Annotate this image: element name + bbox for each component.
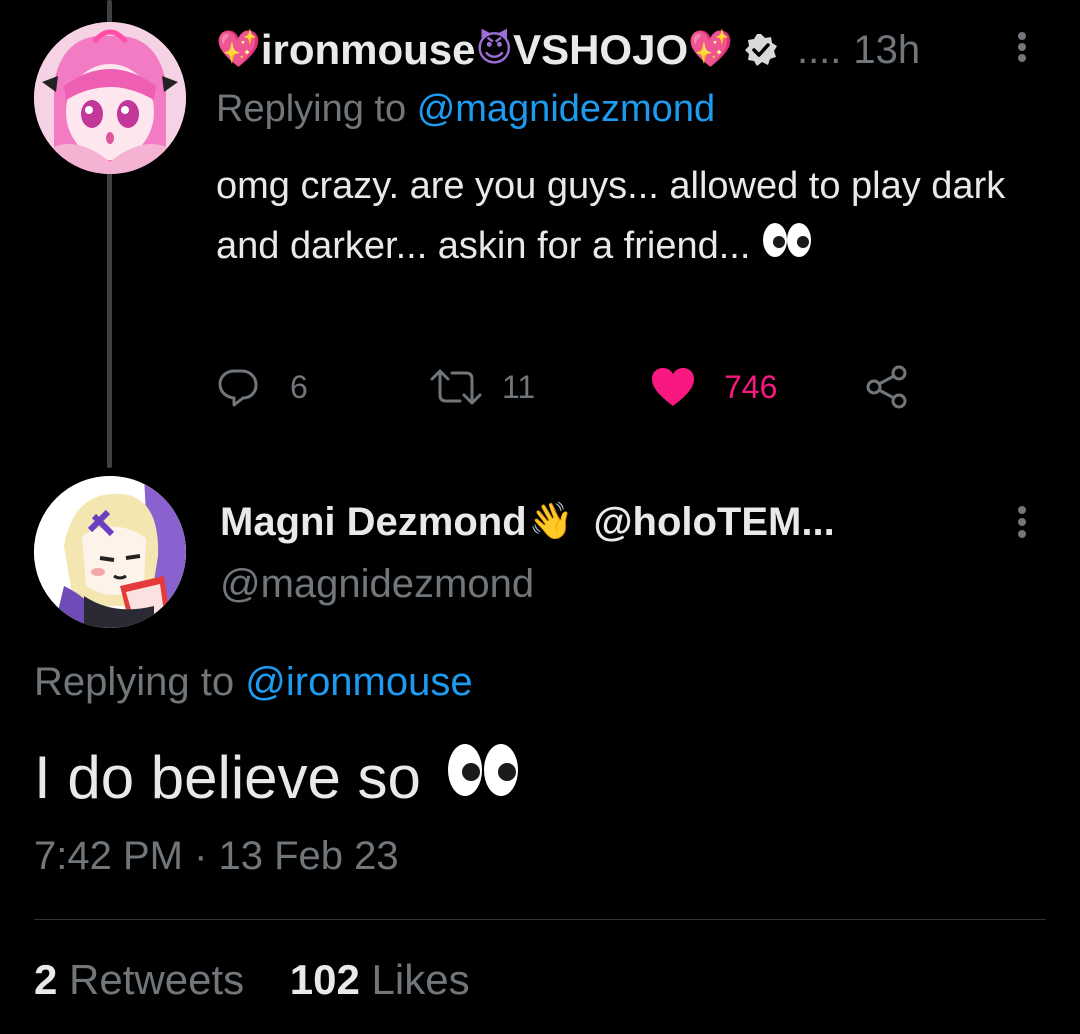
retweet-button[interactable]: 11 <box>428 360 535 414</box>
retweet-count: 11 <box>502 368 536 405</box>
magni-dezmond-avatar[interactable] <box>34 476 186 628</box>
tweet1-action-bar: 6 11 746 <box>216 360 936 414</box>
magni-avatar-art <box>34 476 186 628</box>
display-name-part1[interactable]: ironmouse <box>261 26 476 74</box>
verified-badge-icon <box>743 32 779 68</box>
reply-count: 6 <box>290 368 308 405</box>
retweets-stat[interactable]: 2 Retweets <box>34 956 244 1003</box>
retweets-count: 2 <box>34 956 58 1003</box>
retweets-label: Retweets <box>69 956 245 1003</box>
share-icon <box>864 364 910 410</box>
ironmouse-avatar[interactable] <box>34 22 186 174</box>
waving-hand-emoji: 👋 <box>528 501 574 542</box>
reply-button[interactable]: 6 <box>216 360 308 414</box>
divider <box>34 919 1046 920</box>
like-count: 746 <box>724 368 778 405</box>
tweet1-body-text: omg crazy. are you guys... allowed to pl… <box>216 165 1006 267</box>
replying-to-label: Replying to <box>216 88 407 130</box>
header-separator: .... <box>796 27 842 72</box>
reply-icon <box>216 365 260 409</box>
share-button[interactable] <box>864 360 910 414</box>
replying-to-label: Replying to <box>34 660 235 704</box>
heart-filled-icon <box>650 366 696 408</box>
likes-count: 102 <box>289 956 360 1003</box>
smiling-devil-emoji: 😈 <box>475 29 514 70</box>
eyes-emoji-icon-2 <box>445 740 521 814</box>
display-name-part2[interactable]: VSHOJO <box>513 26 688 74</box>
tweet2-body: I do believe so <box>34 740 521 814</box>
ironmouse-avatar-art <box>34 22 186 174</box>
likes-label: Likes <box>371 956 470 1003</box>
replying-to-handle-link[interactable]: @ironmouse <box>245 660 472 704</box>
tweet1-body: omg crazy. are you guys... allowed to pl… <box>216 156 1016 278</box>
sparkling-heart-emoji: 💖 <box>216 29 261 70</box>
retweet-icon <box>428 365 484 409</box>
tweet1-more-options-icon[interactable] <box>1018 32 1028 62</box>
tweet1-header: 💖 ironmouse 😈 VSHOJO 💖 .... 13h <box>216 24 920 76</box>
tweet1-replying-to: Replying to @magnidezmond <box>216 88 715 131</box>
tweet2-timestamp[interactable]: 7:42 PM · 13 Feb 23 <box>34 834 399 879</box>
tweet2-header: Magni Dezmond 👋 @holoTEM... <box>220 494 835 550</box>
tweet2-handle[interactable]: @magnidezmond <box>220 562 534 607</box>
tweet2-body-text: I do believe so <box>34 743 421 811</box>
replying-to-handle-link[interactable]: @magnidezmond <box>417 88 715 130</box>
tweet2-display-name[interactable]: Magni Dezmond <box>220 500 527 545</box>
eyes-emoji-icon <box>761 218 813 278</box>
tweet2-engagement-stats: 2 Retweets 102 Likes <box>34 956 470 1004</box>
tweet2-display-name-suffix[interactable]: @holoTEM... <box>594 500 835 545</box>
tweet1-time-ago[interactable]: 13h <box>853 28 920 73</box>
likes-stat[interactable]: 102 Likes <box>290 956 470 1003</box>
tweet2-replying-to: Replying to @ironmouse <box>34 660 473 705</box>
like-button[interactable]: 746 <box>650 360 777 414</box>
tweet2-more-options-icon[interactable] <box>1018 506 1028 538</box>
sparkling-heart-emoji-2: 💖 <box>688 29 733 70</box>
